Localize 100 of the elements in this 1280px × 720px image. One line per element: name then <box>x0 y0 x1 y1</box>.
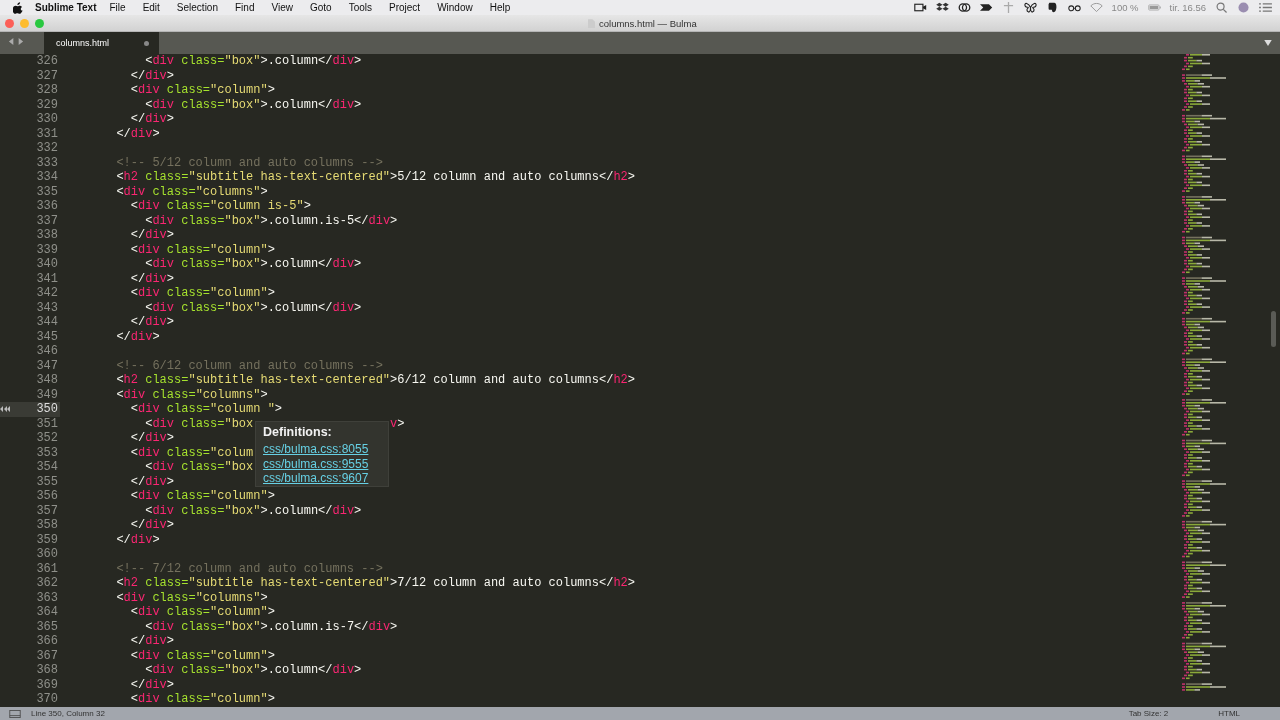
line-number: 359 <box>36 532 58 547</box>
code-line: <div class="box <box>144 416 254 431</box>
file-tab[interactable]: columns.html <box>44 32 159 54</box>
line-number: 348 <box>36 373 58 388</box>
app-menu[interactable]: Sublime Text <box>35 2 97 13</box>
line-number: 334 <box>36 170 58 185</box>
apple-icon[interactable] <box>13 1 23 14</box>
code-line: <div class="column"> <box>129 489 275 504</box>
line-number: 357 <box>36 503 58 518</box>
line-number: 327 <box>36 68 58 83</box>
menu-item[interactable]: Tools <box>348 2 372 13</box>
menu-item[interactable]: File <box>109 2 126 13</box>
menu-item[interactable]: Help <box>489 2 511 13</box>
line-number: 352 <box>36 431 58 446</box>
definition-link[interactable]: css/bulma.css:8055 <box>263 442 369 457</box>
syntax-selector[interactable]: HTML <box>1218 709 1240 718</box>
search-icon[interactable] <box>1215 2 1228 13</box>
battery-icon[interactable] <box>1147 2 1161 13</box>
code-line: <h2 class="subtitle has-text-centered">5/12 column and auto columns</h2> <box>115 170 635 185</box>
glasses-icon[interactable] <box>1067 2 1081 13</box>
line-number: 366 <box>36 634 58 649</box>
code-line: <div class="column"> <box>129 648 275 663</box>
line-number: 330 <box>36 112 58 127</box>
close-button[interactable] <box>5 18 14 28</box>
line-number: 347 <box>36 358 58 373</box>
code-line: <div class="column is-5"> <box>129 199 311 214</box>
menu-item[interactable]: View <box>271 2 293 13</box>
line-number: 340 <box>36 257 58 272</box>
line-number: 332 <box>36 141 58 156</box>
modified-dot-icon[interactable] <box>144 40 149 46</box>
menu-item[interactable]: Goto <box>309 2 332 13</box>
line-number: 329 <box>36 97 58 112</box>
list-icon[interactable] <box>1259 2 1272 13</box>
code-line: <div class="box">.column</div> <box>144 97 362 112</box>
line-number: 344 <box>36 315 58 330</box>
code-line: <div class="column"> <box>129 242 275 257</box>
scrollbar-thumb[interactable] <box>1271 311 1276 347</box>
double-arrow-icon[interactable] <box>979 2 993 13</box>
menu-item[interactable]: Project <box>389 2 421 13</box>
wifi-icon[interactable] <box>1089 2 1103 13</box>
code-line: </div> <box>129 431 175 446</box>
code-line: <div class="columns"> <box>115 184 268 199</box>
line-number: 335 <box>36 184 58 199</box>
menu-item[interactable]: Edit <box>142 2 160 13</box>
avatar-icon[interactable] <box>1237 2 1250 13</box>
line-number: 356 <box>36 489 58 504</box>
line-number: 361 <box>36 561 58 576</box>
line-number: 354 <box>36 460 58 475</box>
code-line: <h2 class="subtitle has-text-centered">7/12 column and auto columns</h2> <box>115 576 635 591</box>
code-line: <div class="colum <box>129 445 254 460</box>
code-line: <div class="column"> <box>129 286 275 301</box>
line-number: 342 <box>36 286 58 301</box>
code-line: </div> <box>115 329 160 344</box>
line-number: 350 <box>36 402 58 417</box>
line-number: 336 <box>36 199 58 214</box>
butterfly-icon[interactable] <box>1023 2 1037 13</box>
code-line: </div> <box>129 112 175 127</box>
code-line: <div class="box">.column</div> <box>144 300 362 315</box>
window-title: columns.html — Bulma <box>599 17 697 29</box>
line-number: 367 <box>36 648 58 663</box>
code-line: </div> <box>129 228 175 243</box>
line-number: 337 <box>36 213 58 228</box>
line-number: 370 <box>36 692 58 707</box>
line-number: 346 <box>36 344 58 359</box>
code-fragment: v> <box>390 416 405 431</box>
line-number: 333 <box>36 155 58 170</box>
code-line: </div> <box>129 677 175 692</box>
tab-size[interactable]: Tab Size: 2 <box>1128 709 1169 718</box>
rings-icon[interactable] <box>957 2 971 13</box>
definition-link[interactable]: css/bulma.css:9555 <box>263 456 369 471</box>
line-number: 369 <box>36 677 58 692</box>
menu-item[interactable]: Selection <box>176 2 218 13</box>
code-line: <div class="box">.column.is-7</div> <box>144 619 398 634</box>
code-line: <div class="box <box>144 460 254 475</box>
dropdown-triangle-icon[interactable] <box>1264 40 1272 46</box>
line-number: 351 <box>36 416 58 431</box>
line-number: 341 <box>36 271 58 286</box>
line-number: 360 <box>36 547 58 562</box>
popup-title: Definitions: <box>263 425 332 439</box>
code-line: <div class="column"> <box>129 692 275 707</box>
code-line: <!-- 5/12 column and auto columns --> <box>115 155 383 170</box>
code-line: <div class="box">.column.is-5</div> <box>144 213 398 228</box>
code-line: </div> <box>129 518 175 533</box>
battery-percentage: 100 % <box>1111 2 1139 13</box>
chevrons-icon <box>0 406 10 413</box>
code-line: <!-- 7/12 column and auto columns --> <box>115 561 383 576</box>
boxes-icon[interactable] <box>935 2 949 13</box>
code-line: </div> <box>129 315 175 330</box>
code-line: </div> <box>129 68 175 83</box>
menu-item[interactable]: Window <box>437 2 473 13</box>
line-number: 362 <box>36 576 58 591</box>
definition-link[interactable]: css/bulma.css:9607 <box>263 471 369 486</box>
line-number: 328 <box>36 83 58 98</box>
line-number: 365 <box>36 619 58 634</box>
menu-item[interactable]: Find <box>235 2 255 13</box>
code-line: <div class="box">.column</div> <box>144 503 362 518</box>
video-camera-icon[interactable] <box>913 2 927 13</box>
back-forward-icon[interactable] <box>8 37 24 46</box>
panel-icon[interactable] <box>9 709 21 718</box>
line-number: 358 <box>36 518 58 533</box>
